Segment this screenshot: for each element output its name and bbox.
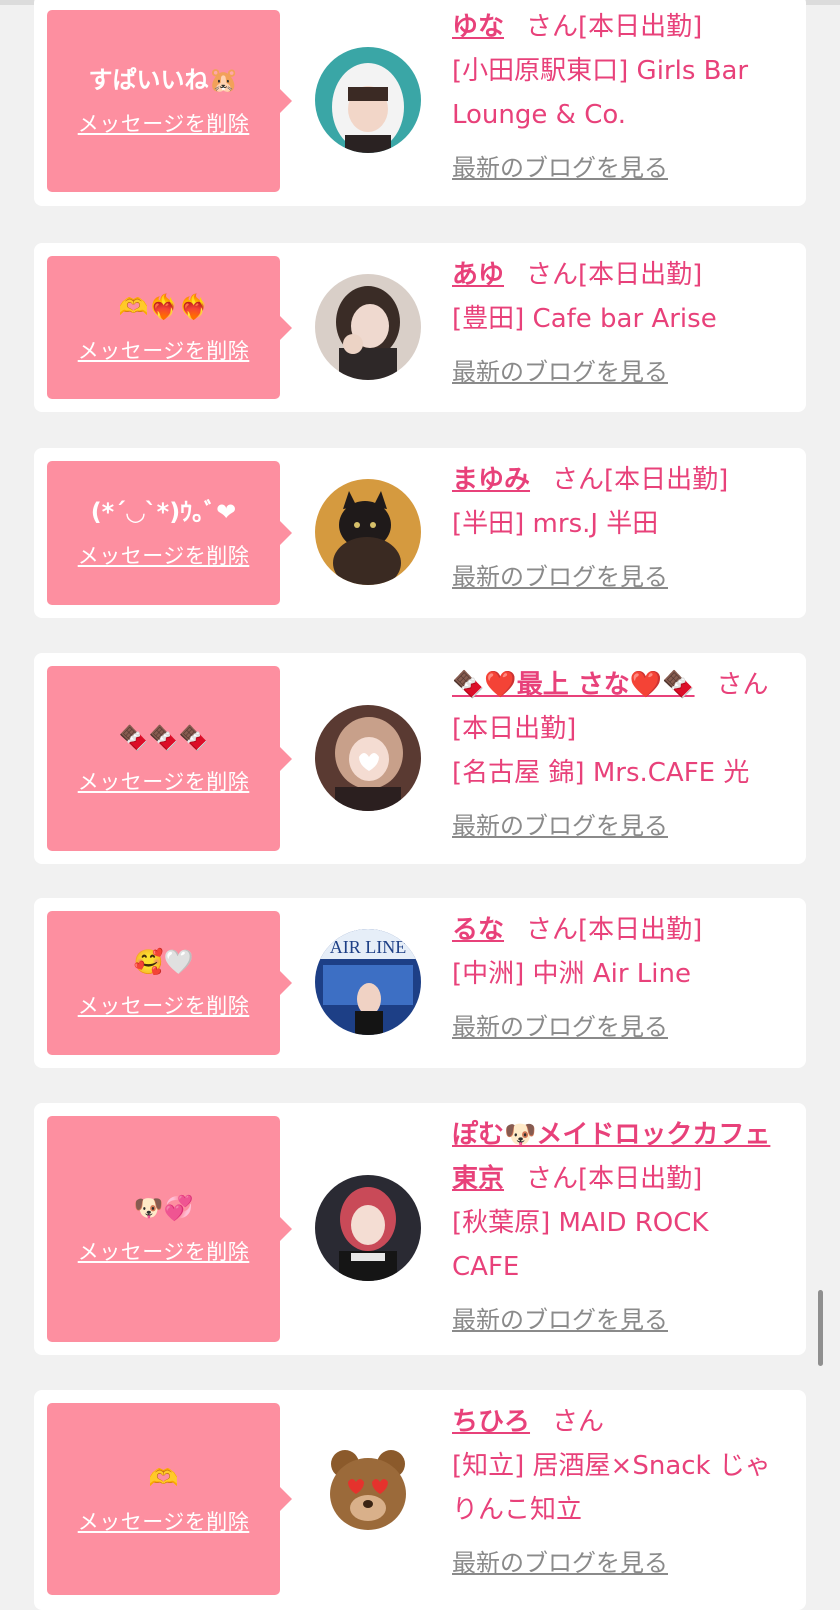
cast-info: ちひろ さん [知立] 居酒屋×Snack じゃりんこ知立 最新のブログを見る: [452, 1400, 778, 1585]
honorific: さん: [526, 260, 579, 290]
attendance-status: [本日出勤]: [578, 260, 703, 290]
honorific: さん: [716, 670, 769, 700]
cast-name-link[interactable]: まゆみ: [452, 465, 530, 495]
delete-message-link[interactable]: メッセージを削除: [78, 108, 250, 138]
latest-blog-link[interactable]: 最新のブログを見る: [452, 555, 778, 599]
list-item: 🍫🍫🍫 メッセージを削除 🍫❤️最上 さな❤️🍫 さん [本日出勤] [名古屋 錦]…: [34, 653, 806, 864]
honorific: さん: [526, 1164, 579, 1194]
avatar[interactable]: [315, 274, 421, 380]
avatar[interactable]: [315, 47, 421, 153]
attendance-status: [本日出勤]: [578, 915, 703, 945]
latest-blog-link[interactable]: 最新のブログを見る: [452, 1541, 778, 1585]
honorific: さん: [552, 1407, 605, 1437]
scrollbar-thumb[interactable]: [818, 1290, 823, 1366]
delete-message-link[interactable]: メッセージを削除: [78, 335, 250, 365]
cast-name-link[interactable]: ちひろ: [452, 1407, 530, 1437]
message-text: 🍫🍫🍫: [118, 723, 209, 752]
latest-blog-link[interactable]: 最新のブログを見る: [452, 804, 778, 848]
shop-name: [知立] 居酒屋×Snack じゃりんこ知立: [452, 1451, 771, 1525]
latest-blog-link[interactable]: 最新のブログを見る: [452, 1005, 778, 1049]
message-bubble: 🥰🤍 メッセージを削除: [47, 911, 292, 1055]
list-item: 🫶 メッセージを削除 ちひろ さん [知立] 居酒屋×Snack じゃりんこ知立 …: [34, 1390, 806, 1610]
latest-blog-link[interactable]: 最新のブログを見る: [452, 1298, 778, 1342]
list-item: 🐶💞 メッセージを削除 ぽむ🐶メイドロックカフェ東京 さん[本日出勤] [秋葉原]…: [34, 1103, 806, 1355]
cast-info: 🍫❤️最上 さな❤️🍫 さん [本日出勤] [名古屋 錦] Mrs.CAFE 光 最…: [452, 663, 778, 848]
avatar[interactable]: [315, 479, 421, 585]
message-text: 🫶❤️‍🔥❤️‍🔥: [118, 292, 209, 321]
delete-message-link[interactable]: メッセージを削除: [78, 990, 250, 1020]
message-bubble: 🍫🍫🍫 メッセージを削除: [47, 666, 292, 851]
shop-name: [半田] mrs.J 半田: [452, 509, 659, 539]
cast-name-link[interactable]: ゆな: [452, 12, 504, 42]
shop-name: [小田原駅東口] Girls Bar Lounge & Co.: [452, 56, 749, 130]
shop-name: [名古屋 錦] Mrs.CAFE 光: [452, 758, 750, 788]
cast-name-link[interactable]: あゆ: [452, 260, 504, 290]
avatar[interactable]: [315, 1175, 421, 1281]
message-text: (*´◡`*)ｳ｡ﾞ❤: [90, 498, 237, 526]
svg-text:AIR LINE: AIR LINE: [330, 937, 406, 957]
message-bubble: 🫶 メッセージを削除: [47, 1403, 292, 1595]
delete-message-link[interactable]: メッセージを削除: [78, 1506, 250, 1536]
honorific: さん: [552, 465, 605, 495]
shop-name: [秋葉原] MAID ROCK CAFE: [452, 1208, 709, 1282]
cast-info: ゆな さん[本日出勤] [小田原駅東口] Girls Bar Lounge & C…: [452, 5, 778, 190]
list-item: すぱいいね🐹 メッセージを削除 ゆな さん[本日出勤] [小田原駅東口] Girl…: [34, 0, 806, 206]
attendance-status: [本日出勤]: [604, 465, 729, 495]
message-text: 🥰🤍: [133, 948, 194, 976]
avatar[interactable]: [315, 705, 421, 811]
attendance-status: [本日出勤]: [578, 12, 703, 42]
delete-message-link[interactable]: メッセージを削除: [78, 540, 250, 570]
message-bubble: すぱいいね🐹 メッセージを削除: [47, 10, 292, 192]
cast-info: あゆ さん[本日出勤] [豊田] Cafe bar Arise 最新のブログを見る: [452, 253, 778, 394]
message-text: すぱいいね🐹: [88, 66, 239, 94]
avatar[interactable]: [315, 1434, 421, 1540]
cast-info: るな さん[本日出勤] [中洲] 中洲 Air Line 最新のブログを見る: [452, 908, 778, 1049]
delete-message-link[interactable]: メッセージを削除: [78, 766, 250, 796]
honorific: さん: [526, 12, 579, 42]
latest-blog-link[interactable]: 最新のブログを見る: [452, 350, 778, 394]
attendance-status: [本日出勤]: [452, 714, 577, 744]
cast-info: ぽむ🐶メイドロックカフェ東京 さん[本日出勤] [秋葉原] MAID ROCK C…: [452, 1113, 778, 1342]
list-item: (*´◡`*)ｳ｡ﾞ❤ メッセージを削除 まゆみ さん[本日出勤] [半田] mr…: [34, 448, 806, 618]
cast-name-link[interactable]: るな: [452, 915, 504, 945]
list-item: 🥰🤍 メッセージを削除 AIR LINE るな さん[本日出勤] [中洲] 中洲 …: [34, 898, 806, 1068]
list-item: 🫶❤️‍🔥❤️‍🔥 メッセージを削除 あゆ さん[本日出勤] [豊田] Cafe …: [34, 243, 806, 412]
shop-name: [中洲] 中洲 Air Line: [452, 959, 691, 989]
attendance-status: [本日出勤]: [578, 1164, 703, 1194]
cast-name-link[interactable]: 🍫❤️最上 さな❤️🍫: [452, 670, 695, 700]
message-bubble: (*´◡`*)ｳ｡ﾞ❤ メッセージを削除: [47, 461, 292, 605]
honorific: さん: [526, 915, 579, 945]
delete-message-link[interactable]: メッセージを削除: [78, 1236, 250, 1266]
message-text: 🐶💞: [133, 1194, 194, 1222]
avatar[interactable]: AIR LINE: [315, 929, 421, 1035]
shop-name: [豊田] Cafe bar Arise: [452, 304, 717, 334]
message-bubble: 🐶💞 メッセージを削除: [47, 1116, 292, 1342]
message-text: 🫶: [148, 1464, 179, 1492]
latest-blog-link[interactable]: 最新のブログを見る: [452, 146, 778, 190]
cast-info: まゆみ さん[本日出勤] [半田] mrs.J 半田 最新のブログを見る: [452, 458, 778, 599]
message-bubble: 🫶❤️‍🔥❤️‍🔥 メッセージを削除: [47, 256, 292, 399]
